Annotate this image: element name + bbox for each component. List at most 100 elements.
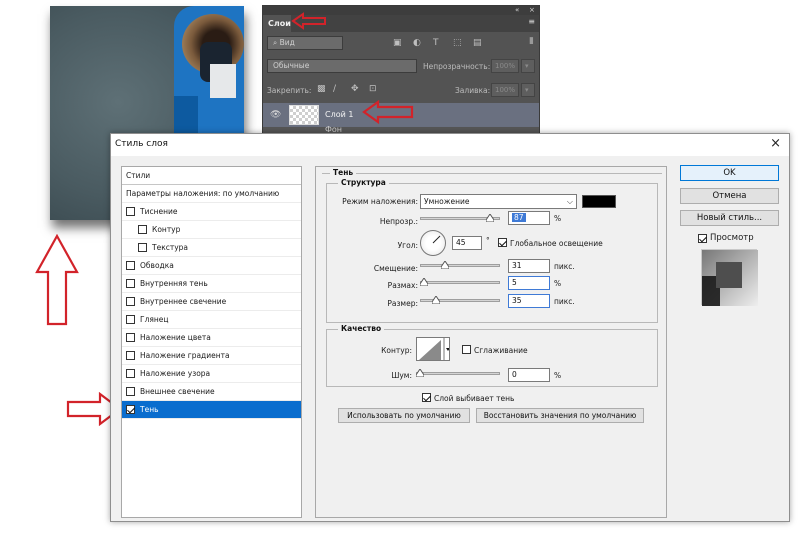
angle-needle-icon [432,235,441,244]
layer-filter-select[interactable]: ⌕ Вид [267,36,343,50]
style-checkbox[interactable] [126,369,135,378]
close-icon[interactable]: × [770,136,781,151]
antialias-checkbox[interactable] [462,345,471,354]
search-icon: ⌕ [273,38,280,47]
shadow-group-line [322,173,662,175]
quality-title: Качество [338,324,385,333]
distance-slider[interactable] [420,264,500,267]
spread-slider-thumb[interactable] [420,278,428,286]
preview-checkbox[interactable] [698,234,707,243]
angle-input[interactable]: 45 [452,236,482,250]
style-item-label: Глянец [140,315,169,324]
smart-object-filter-icon[interactable]: ▤ [473,38,482,48]
style-item-9[interactable]: Наложение градиента [122,347,301,365]
panel-close-icon[interactable]: × [529,6,535,15]
style-checkbox[interactable] [126,333,135,342]
style-item-1[interactable]: Тиснение [122,203,301,221]
style-item-label: Внутреннее свечение [140,297,227,306]
style-item-2[interactable]: Контур [122,221,301,239]
style-item-4[interactable]: Обводка [122,257,301,275]
badge-shape [210,64,236,98]
collapse-icon[interactable]: « [515,6,519,15]
visibility-eye-icon[interactable]: 👁 [270,110,281,120]
style-checkbox[interactable] [126,351,135,360]
layers-lock-row: Закрепить: ▩ ∕ ✥ ⊡ Заливка: 100% ▾ [263,79,539,101]
cancel-button[interactable]: Отмена [680,188,779,204]
preview-label: Просмотр [710,233,754,243]
opacity-dropdown[interactable]: ▾ [521,59,535,73]
style-item-label: Текстура [152,243,189,252]
size-slider-thumb[interactable] [432,296,440,304]
contour-picker[interactable] [416,337,450,361]
reset-default-button[interactable]: Восстановить значения по умолчанию [476,408,644,423]
distance-label: Смещение: [373,264,418,273]
style-checkbox[interactable] [126,261,135,270]
style-checkbox[interactable] [138,243,147,252]
style-checkbox[interactable] [126,315,135,324]
fill-dropdown[interactable]: ▾ [521,83,535,97]
tab-layers[interactable]: Слои [263,15,291,32]
style-item-label: Контур [152,225,181,234]
opacity-input[interactable]: 100% [491,59,519,73]
style-item-12[interactable]: Тень [122,401,301,419]
style-checkbox[interactable] [126,387,135,396]
knockout-checkbox[interactable] [422,393,431,402]
fill-label: Заливка: [455,86,491,95]
style-checkbox[interactable] [126,207,135,216]
layer-blend-mode-select[interactable]: Обычные [267,59,417,73]
style-item-label: Внутренняя тень [140,279,208,288]
lock-move-icon[interactable]: ✥ [351,84,359,94]
style-item-label: Тиснение [140,207,178,216]
opacity-slider-thumb[interactable] [486,214,494,222]
noise-input[interactable]: 0 [508,368,550,382]
distance-slider-thumb[interactable] [441,261,449,269]
spread-slider[interactable] [420,281,500,284]
pixel-filter-icon[interactable]: ▣ [393,38,402,48]
type-filter-icon[interactable]: T [433,38,439,48]
ok-button[interactable]: OK [680,165,779,181]
panel-menu-icon[interactable]: ≡ [528,17,535,26]
spread-input[interactable]: 5 [508,276,550,290]
opacity-input[interactable]: 87 [508,211,550,225]
blend-mode-select[interactable]: Умножение ⌵ [420,194,577,209]
style-checkbox[interactable] [126,405,135,414]
structure-title: Структура [338,178,389,187]
filter-toggle-icon[interactable]: ▮ [529,36,534,46]
style-item-11[interactable]: Внешнее свечение [122,383,301,401]
noise-slider[interactable] [416,372,500,375]
new-style-button[interactable]: Новый стиль... [680,210,779,226]
lock-transparent-icon[interactable]: ▩ [317,84,326,94]
size-input[interactable]: 35 [508,294,550,308]
global-light-checkbox[interactable] [498,238,507,247]
noise-slider-thumb[interactable] [416,369,424,377]
styles-list: Стили Параметры наложения: по умолчанию … [121,166,302,518]
style-item-7[interactable]: Глянец [122,311,301,329]
angle-dial[interactable] [420,230,446,256]
opacity-label: Непрозрачность: [423,62,491,71]
style-item-8[interactable]: Наложение цвета [122,329,301,347]
adjustment-filter-icon[interactable]: ◐ [413,38,421,48]
styles-header[interactable]: Стили [122,167,301,185]
opacity-label: Непрозр.: [379,217,418,226]
lock-brush-icon[interactable]: ∕ [333,84,336,94]
spread-unit: % [554,279,562,288]
shape-filter-icon[interactable]: ⬚ [453,38,462,48]
angle-label: Угол: [397,241,418,250]
blend-options-item[interactable]: Параметры наложения: по умолчанию [122,185,301,203]
coat-shade [174,96,198,136]
spread-label: Размах: [387,281,418,290]
distance-input[interactable]: 31 [508,259,550,273]
style-checkbox[interactable] [126,279,135,288]
style-item-6[interactable]: Внутреннее свечение [122,293,301,311]
style-item-5[interactable]: Внутренняя тень [122,275,301,293]
fill-input[interactable]: 100% [491,83,519,97]
style-item-10[interactable]: Наложение узора [122,365,301,383]
lock-all-icon[interactable]: ⊡ [369,84,377,94]
style-item-3[interactable]: Текстура [122,239,301,257]
style-checkbox[interactable] [126,297,135,306]
dialog-titlebar: Стиль слоя × [111,134,789,156]
style-checkbox[interactable] [138,225,147,234]
make-default-button[interactable]: Использовать по умолчанию [338,408,470,423]
opacity-value: 87 [512,213,526,222]
shadow-color-swatch[interactable] [582,195,616,208]
